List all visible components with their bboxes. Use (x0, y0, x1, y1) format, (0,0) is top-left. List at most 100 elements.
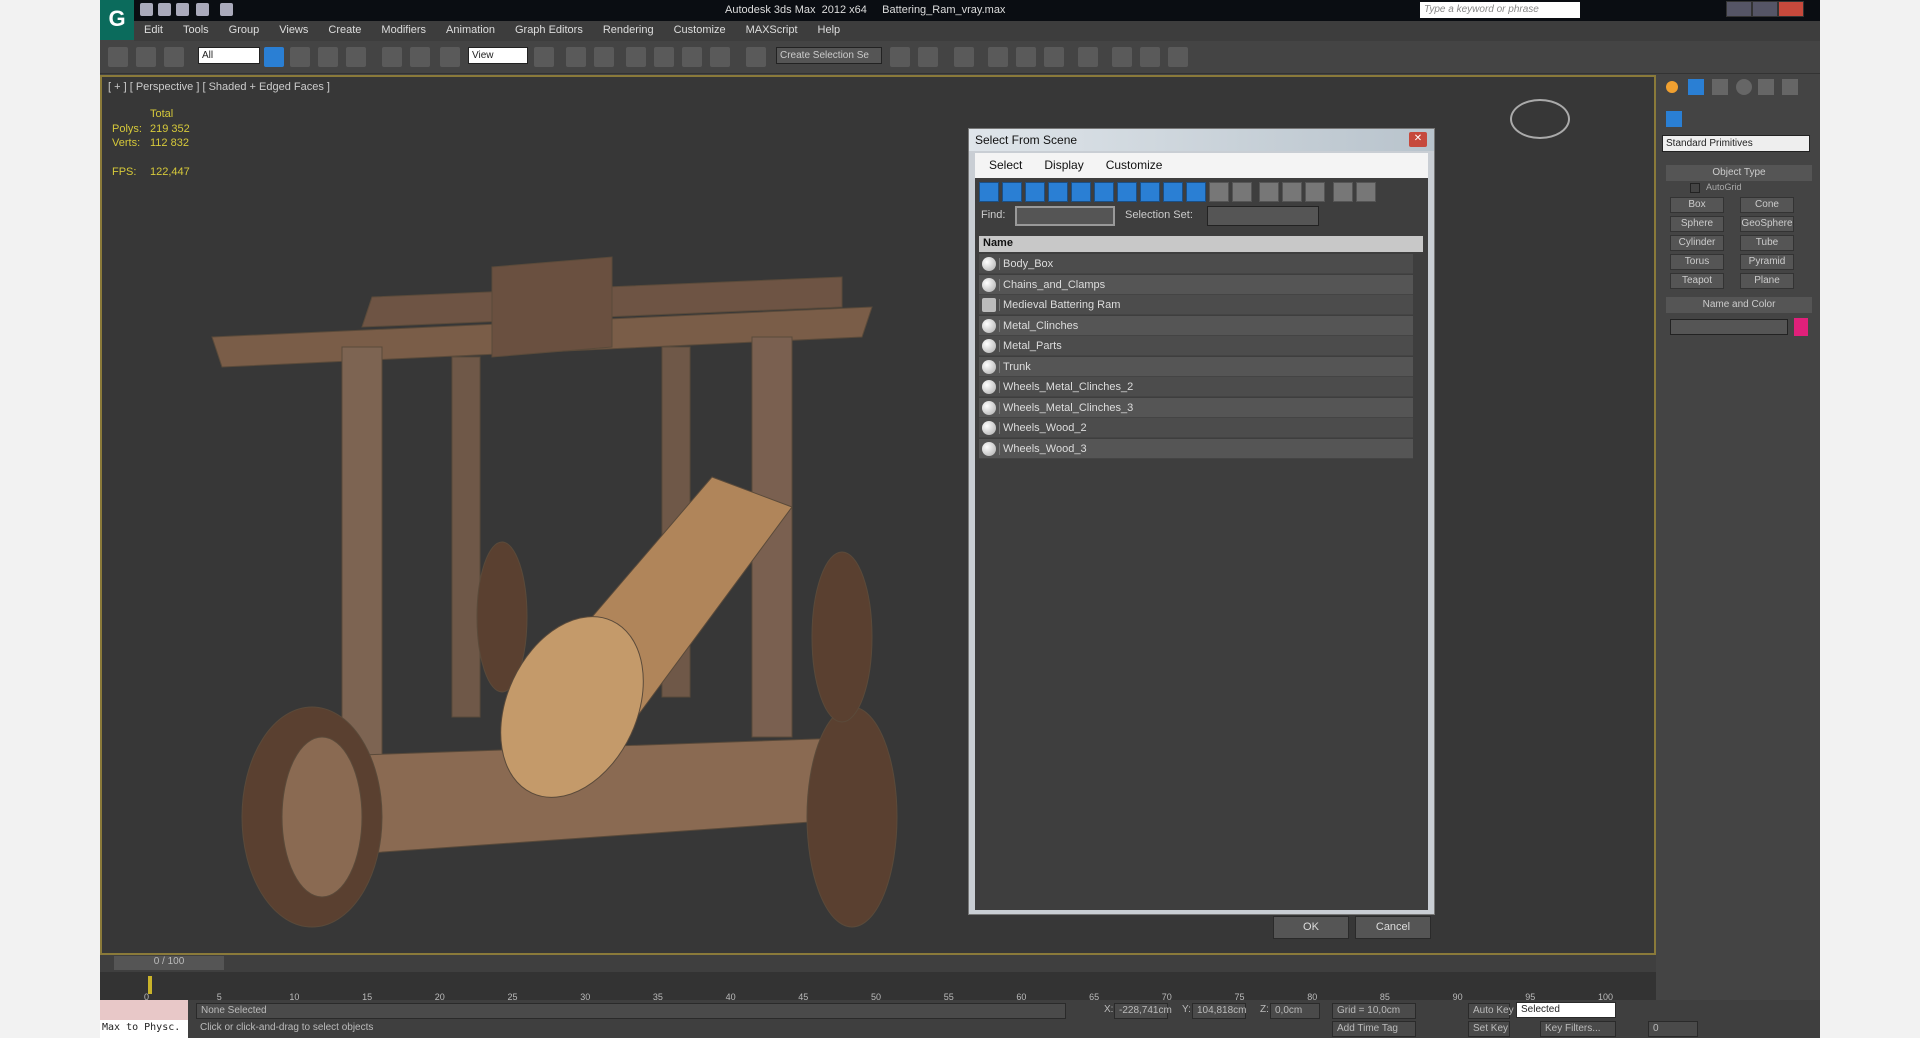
unlink-icon[interactable] (136, 47, 156, 67)
list-item[interactable]: Wheels_Metal_Clinches_2 (979, 377, 1413, 397)
bind-space-warp-icon[interactable] (164, 47, 184, 67)
mirror-icon[interactable] (890, 47, 910, 67)
object-type-rollout[interactable]: Object Type (1666, 165, 1812, 181)
new-file-icon[interactable] (140, 3, 153, 16)
hierarchy-tab-icon[interactable] (1712, 79, 1728, 95)
link-icon[interactable] (108, 47, 128, 67)
undo-icon[interactable] (196, 3, 209, 16)
lights-filter-icon[interactable] (1025, 182, 1045, 202)
rectangular-selection-icon[interactable] (318, 47, 338, 67)
menu-rendering[interactable]: Rendering (593, 21, 664, 41)
helpers-filter-icon[interactable] (1071, 182, 1091, 202)
torus-button[interactable]: Torus (1670, 254, 1724, 270)
time-slider[interactable]: 0 / 100 (100, 955, 1656, 972)
geometry-filter-icon[interactable] (979, 182, 999, 202)
list-item[interactable]: Metal_Parts (979, 336, 1413, 356)
space-warps-filter-icon[interactable] (1094, 182, 1114, 202)
teapot-button[interactable]: Teapot (1670, 273, 1724, 289)
add-time-tag[interactable]: Add Time Tag (1332, 1021, 1416, 1037)
modify-tab-icon[interactable] (1688, 79, 1704, 95)
set-key-button[interactable]: Set Key (1468, 1021, 1510, 1037)
dialog-menu-select[interactable]: Select (975, 153, 1030, 178)
list-item[interactable]: Medieval Battering Ram (979, 295, 1413, 315)
time-slider-thumb[interactable]: 0 / 100 (114, 956, 224, 970)
render-icon[interactable] (1168, 47, 1188, 67)
ok-button[interactable]: OK (1273, 916, 1349, 939)
pyramid-button[interactable]: Pyramid (1740, 254, 1794, 270)
current-frame-field[interactable]: 0 (1648, 1021, 1698, 1037)
rendered-frame-icon[interactable] (1140, 47, 1160, 67)
list-item[interactable]: Wheels_Wood_2 (979, 418, 1413, 438)
xrefs-filter-icon[interactable] (1140, 182, 1160, 202)
schematic-view-icon[interactable] (1044, 47, 1064, 67)
named-selection-dropdown[interactable]: Create Selection Se (776, 47, 882, 64)
display-tab-icon[interactable] (1758, 79, 1774, 95)
hidden-filter-icon[interactable] (1232, 182, 1252, 202)
autogrid-checkbox[interactable] (1690, 183, 1700, 193)
close-button[interactable] (1778, 1, 1804, 17)
menu-graph-editors[interactable]: Graph Editors (505, 21, 593, 41)
menu-maxscript[interactable]: MAXScript (736, 21, 808, 41)
menu-edit[interactable]: Edit (134, 21, 173, 41)
keyboard-shortcut-icon[interactable] (594, 47, 614, 67)
menu-help[interactable]: Help (808, 21, 851, 41)
reference-coordinate-dropdown[interactable]: View (468, 47, 528, 64)
shapes-filter-icon[interactable] (1002, 182, 1022, 202)
redo-icon[interactable] (220, 3, 233, 16)
edit-named-selection-icon[interactable] (746, 47, 766, 67)
name-column-header[interactable]: Name (979, 236, 1423, 252)
list-item[interactable]: Wheels_Metal_Clinches_3 (979, 397, 1413, 418)
plane-button[interactable]: Plane (1740, 273, 1794, 289)
find-input[interactable] (1015, 206, 1115, 226)
sphere-button[interactable]: Sphere (1670, 216, 1724, 232)
y-coordinate-field[interactable]: 104,818cm (1192, 1003, 1246, 1019)
select-object-icon[interactable] (264, 47, 284, 67)
list-item[interactable]: Body_Box (979, 254, 1413, 274)
name-color-rollout[interactable]: Name and Color (1666, 297, 1812, 313)
maxscript-mini-listener[interactable]: Max to Physc. (100, 1020, 188, 1038)
object-color-swatch[interactable] (1794, 318, 1808, 336)
frozen-filter-icon[interactable] (1209, 182, 1229, 202)
percent-snap-icon[interactable] (682, 47, 702, 67)
auto-key-button[interactable]: Auto Key (1468, 1003, 1514, 1019)
viewcube-icon[interactable] (1510, 99, 1570, 139)
menu-views[interactable]: Views (269, 21, 318, 41)
maximize-button[interactable] (1752, 1, 1778, 17)
cylinder-button[interactable]: Cylinder (1670, 235, 1724, 251)
menu-group[interactable]: Group (219, 21, 270, 41)
maxscript-listener[interactable] (100, 1000, 188, 1020)
x-coordinate-field[interactable]: -228,741cm (1114, 1003, 1172, 1019)
manipulate-icon[interactable] (566, 47, 586, 67)
scale-icon[interactable] (440, 47, 460, 67)
list-item[interactable]: Wheels_Wood_3 (979, 438, 1413, 459)
list-item[interactable]: Trunk (979, 356, 1413, 377)
selection-filter-dropdown[interactable]: All (198, 47, 260, 64)
dialog-menu-display[interactable]: Display (1030, 153, 1091, 178)
object-name-input[interactable] (1670, 319, 1788, 335)
layer-manager-icon[interactable] (954, 47, 974, 67)
z-coordinate-field[interactable]: 0,0cm (1270, 1003, 1320, 1019)
app-logo-icon[interactable]: G (100, 0, 134, 40)
window-crossing-icon[interactable] (346, 47, 366, 67)
menu-tools[interactable]: Tools (173, 21, 219, 41)
viewport-label[interactable]: [ + ] [ Perspective ] [ Shaded + Edged F… (108, 81, 330, 93)
tube-button[interactable]: Tube (1740, 235, 1794, 251)
rotate-icon[interactable] (410, 47, 430, 67)
select-by-name-icon[interactable] (290, 47, 310, 67)
geometry-icon[interactable] (1666, 111, 1682, 127)
search-input[interactable]: Type a keyword or phrase (1420, 2, 1580, 18)
groups-filter-icon[interactable] (1117, 182, 1137, 202)
box-button[interactable]: Box (1670, 197, 1724, 213)
open-file-icon[interactable] (158, 3, 171, 16)
cameras-filter-icon[interactable] (1048, 182, 1068, 202)
dialog-menu-customize[interactable]: Customize (1092, 153, 1171, 178)
menu-create[interactable]: Create (318, 21, 371, 41)
selection-set-dropdown[interactable] (1207, 206, 1319, 226)
track-bar[interactable]: 0 5 10 15 20 25 30 35 40 45 50 55 60 65 70 75 80 85 90 95 10… (100, 972, 1656, 1002)
move-icon[interactable] (382, 47, 402, 67)
angle-snap-icon[interactable] (654, 47, 674, 67)
filter-options-icon[interactable] (1356, 182, 1376, 202)
containers-filter-icon[interactable] (1186, 182, 1206, 202)
menu-modifiers[interactable]: Modifiers (371, 21, 436, 41)
pivot-center-icon[interactable] (534, 47, 554, 67)
